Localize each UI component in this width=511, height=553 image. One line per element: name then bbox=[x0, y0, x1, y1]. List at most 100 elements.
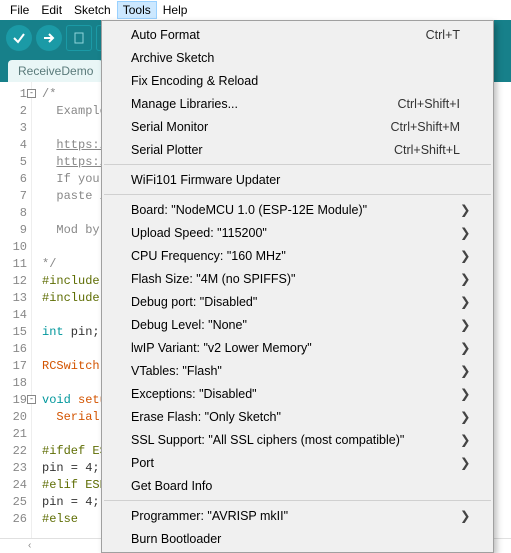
code-line[interactable]: void setu bbox=[42, 392, 107, 409]
code-line[interactable]: /* bbox=[42, 86, 107, 103]
code-line[interactable]: #else bbox=[42, 511, 107, 528]
menu-help[interactable]: Help bbox=[157, 1, 194, 19]
menu-item[interactable]: Fix Encoding & Reload bbox=[103, 69, 492, 92]
menu-separator bbox=[104, 164, 491, 165]
code-line[interactable]: Example bbox=[42, 103, 107, 120]
menu-item-label: Burn Bootloader bbox=[131, 532, 460, 546]
line-number: 15 bbox=[0, 324, 27, 341]
submenu-chevron-icon: ❯ bbox=[460, 508, 468, 523]
code-line[interactable]: #include bbox=[42, 290, 107, 307]
menu-item[interactable]: Debug port: "Disabled"❯ bbox=[103, 290, 492, 313]
scroll-left-icon[interactable]: ‹ bbox=[28, 540, 38, 550]
line-number: 16 bbox=[0, 341, 27, 358]
line-number: 2 bbox=[0, 103, 27, 120]
fold-toggle-icon[interactable]: - bbox=[27, 89, 36, 98]
menu-item-label: Serial Monitor bbox=[131, 120, 381, 134]
code-line[interactable] bbox=[42, 120, 107, 137]
tab-sketch[interactable]: ReceiveDemo bbox=[8, 60, 103, 82]
code-line[interactable]: int pin; bbox=[42, 324, 107, 341]
fold-toggle-icon[interactable]: - bbox=[27, 395, 36, 404]
code-line[interactable] bbox=[42, 375, 107, 392]
menu-item[interactable]: lwIP Variant: "v2 Lower Memory"❯ bbox=[103, 336, 492, 359]
line-number: 25 bbox=[0, 494, 27, 511]
upload-button[interactable] bbox=[36, 25, 62, 51]
menu-item-label: lwIP Variant: "v2 Lower Memory" bbox=[131, 341, 460, 355]
menu-item[interactable]: Debug Level: "None"❯ bbox=[103, 313, 492, 336]
code-line[interactable]: If you bbox=[42, 171, 107, 188]
line-number: 10 bbox=[0, 239, 27, 256]
menu-item[interactable]: Burn Bootloader bbox=[103, 527, 492, 550]
check-icon bbox=[12, 31, 26, 45]
menu-file[interactable]: File bbox=[4, 1, 35, 19]
menu-item-label: Archive Sketch bbox=[131, 51, 460, 65]
submenu-chevron-icon: ❯ bbox=[460, 225, 468, 240]
menu-item-accel: Ctrl+T bbox=[426, 28, 460, 42]
code-line[interactable] bbox=[42, 341, 107, 358]
code-area[interactable]: /* Example https:/ https:/ If you paste … bbox=[32, 82, 107, 538]
code-line[interactable]: */ bbox=[42, 256, 107, 273]
menu-item[interactable]: CPU Frequency: "160 MHz"❯ bbox=[103, 244, 492, 267]
menu-item-label: CPU Frequency: "160 MHz" bbox=[131, 249, 460, 263]
menu-item-label: Fix Encoding & Reload bbox=[131, 74, 460, 88]
menu-item-accel: Ctrl+Shift+L bbox=[394, 143, 460, 157]
code-line[interactable] bbox=[42, 239, 107, 256]
line-number: 26 bbox=[0, 511, 27, 528]
code-line[interactable]: #elif ESP bbox=[42, 477, 107, 494]
menu-item-label: SSL Support: "All SSL ciphers (most comp… bbox=[131, 433, 460, 447]
menu-item-label: Serial Plotter bbox=[131, 143, 384, 157]
menu-item[interactable]: Programmer: "AVRISP mkII"❯ bbox=[103, 504, 492, 527]
code-line[interactable]: RCSwitch bbox=[42, 358, 107, 375]
menu-item[interactable]: Serial MonitorCtrl+Shift+M bbox=[103, 115, 492, 138]
line-number: 20 bbox=[0, 409, 27, 426]
code-line[interactable] bbox=[42, 205, 107, 222]
menu-edit[interactable]: Edit bbox=[35, 1, 68, 19]
submenu-chevron-icon: ❯ bbox=[460, 202, 468, 217]
submenu-chevron-icon: ❯ bbox=[460, 432, 468, 447]
code-line[interactable]: pin = 4; bbox=[42, 460, 107, 477]
line-number: 14 bbox=[0, 307, 27, 324]
code-line[interactable] bbox=[42, 426, 107, 443]
submenu-chevron-icon: ❯ bbox=[460, 248, 468, 263]
menu-item-accel: Ctrl+Shift+I bbox=[397, 97, 460, 111]
menu-item[interactable]: Serial Plotter Ctrl+Shift+L bbox=[103, 138, 492, 161]
code-line[interactable]: pin = 4; bbox=[42, 494, 107, 511]
menu-item[interactable]: Archive Sketch bbox=[103, 46, 492, 69]
menu-tools[interactable]: Tools bbox=[117, 1, 157, 19]
menu-item[interactable]: Upload Speed: "115200"❯ bbox=[103, 221, 492, 244]
menu-item[interactable]: Board: "NodeMCU 1.0 (ESP-12E Module)"❯ bbox=[103, 198, 492, 221]
tools-dropdown: Auto FormatCtrl+T Archive Sketch Fix Encod… bbox=[101, 20, 494, 553]
new-file-icon bbox=[72, 31, 86, 45]
code-line[interactable]: #ifdef ES bbox=[42, 443, 107, 460]
line-number: 18 bbox=[0, 375, 27, 392]
menu-item[interactable]: Auto FormatCtrl+T bbox=[103, 23, 492, 46]
code-line[interactable]: #include bbox=[42, 273, 107, 290]
code-line[interactable]: https:/ bbox=[42, 154, 107, 171]
menu-item[interactable]: Flash Size: "4M (no SPIFFS)"❯ bbox=[103, 267, 492, 290]
code-line[interactable] bbox=[42, 307, 107, 324]
code-line[interactable]: Mod by bbox=[42, 222, 107, 239]
menu-item[interactable]: Manage Libraries...Ctrl+Shift+I bbox=[103, 92, 492, 115]
submenu-chevron-icon: ❯ bbox=[460, 271, 468, 286]
menu-item[interactable]: Get Board Info bbox=[103, 474, 492, 497]
menu-item[interactable]: Port❯ bbox=[103, 451, 492, 474]
submenu-chevron-icon: ❯ bbox=[460, 409, 468, 424]
new-button[interactable] bbox=[66, 25, 92, 51]
menu-item[interactable]: Exceptions: "Disabled"❯ bbox=[103, 382, 492, 405]
line-number: 19- bbox=[0, 392, 27, 409]
menu-item[interactable]: SSL Support: "All SSL ciphers (most comp… bbox=[103, 428, 492, 451]
verify-button[interactable] bbox=[6, 25, 32, 51]
menu-item-label: Flash Size: "4M (no SPIFFS)" bbox=[131, 272, 460, 286]
menu-sketch[interactable]: Sketch bbox=[68, 1, 117, 19]
code-line[interactable]: Serial. bbox=[42, 409, 107, 426]
code-line[interactable]: paste i bbox=[42, 188, 107, 205]
gutter: 1-2345678910111213141516171819-202122232… bbox=[0, 82, 32, 538]
line-number: 1- bbox=[0, 86, 27, 103]
menu-item[interactable]: WiFi101 Firmware Updater bbox=[103, 168, 492, 191]
code-line[interactable]: https:/ bbox=[42, 137, 107, 154]
menu-item[interactable]: VTables: "Flash"❯ bbox=[103, 359, 492, 382]
submenu-chevron-icon: ❯ bbox=[460, 363, 468, 378]
line-number: 9 bbox=[0, 222, 27, 239]
menu-item[interactable]: Erase Flash: "Only Sketch"❯ bbox=[103, 405, 492, 428]
menu-item-label: Debug port: "Disabled" bbox=[131, 295, 460, 309]
menu-item-label: VTables: "Flash" bbox=[131, 364, 460, 378]
